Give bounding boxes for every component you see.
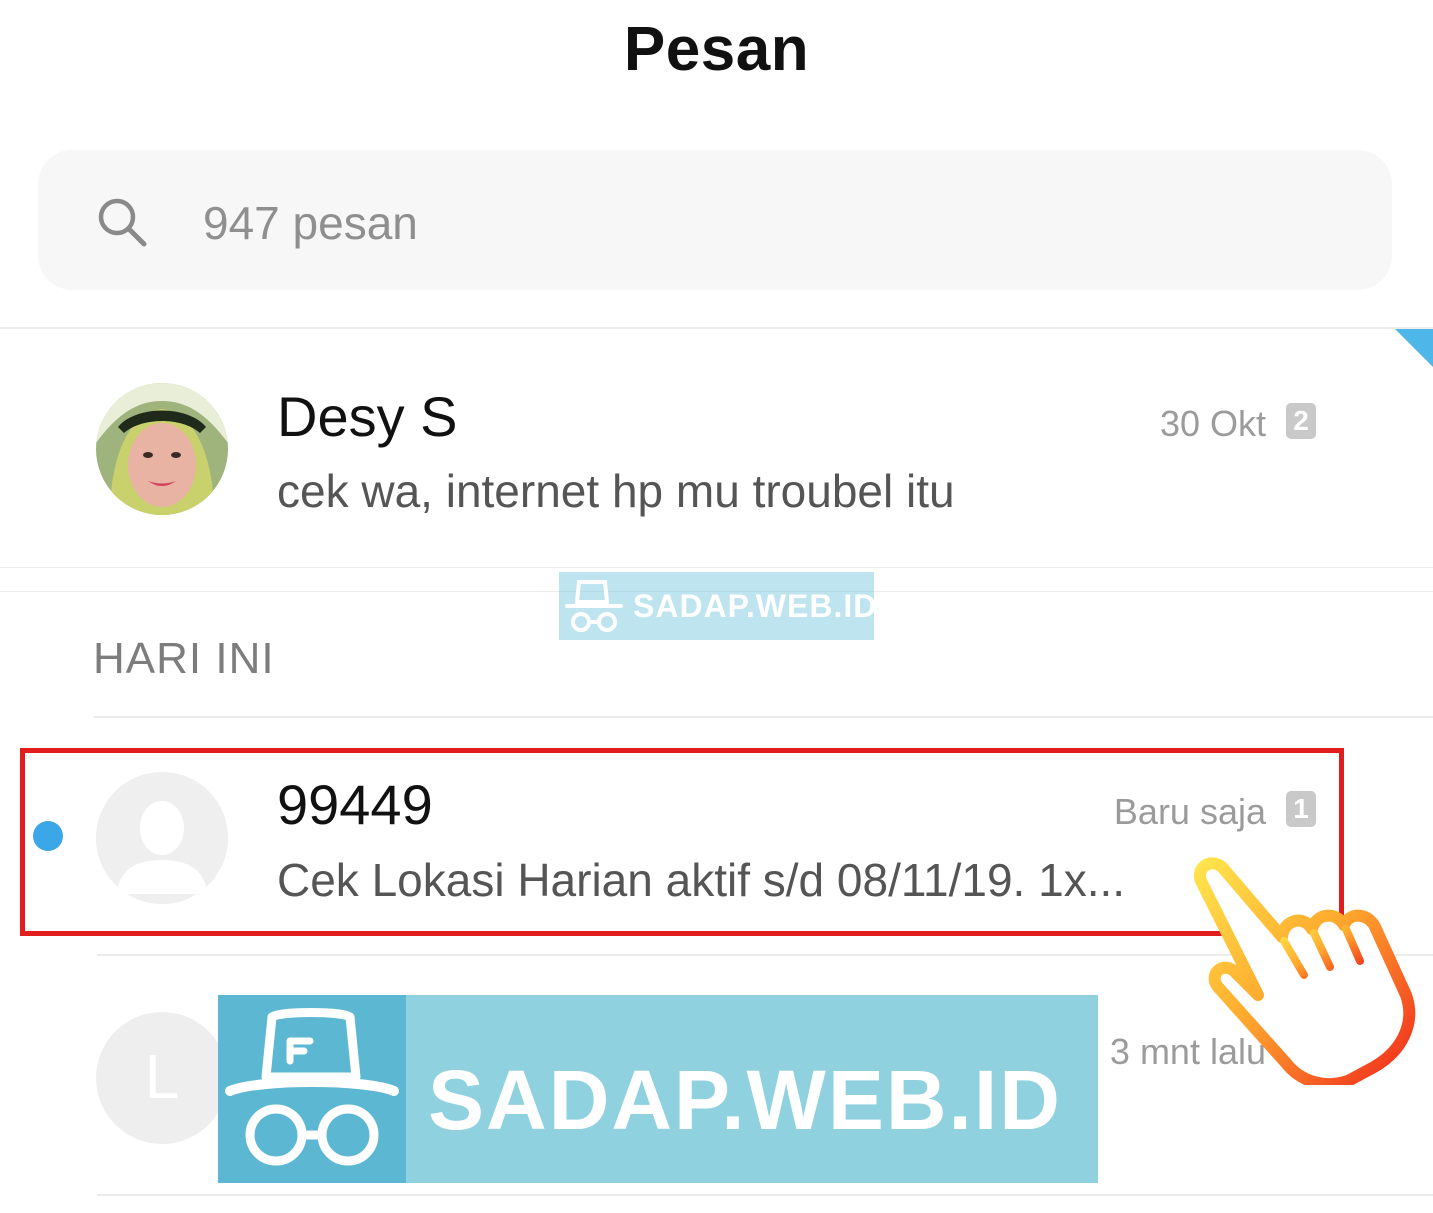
conversation-name: Desy S [277,385,458,448]
page-title: Pesan [623,15,810,84]
tap-hand-icon [1194,857,1416,1085]
avatar [96,383,228,515]
profile-photo-icon [96,383,228,515]
highlight-annotation-box [20,748,1344,936]
incognito-logo-icon [225,1008,399,1166]
divider [0,567,1433,568]
divider [97,1194,1433,1196]
avatar-letter: L [144,1043,180,1112]
incognito-logo-icon [565,580,623,632]
conversation-time: 30 Okt [1159,403,1266,444]
search-placeholder: 947 pesan [203,197,418,249]
section-header-today: HARI INI [93,634,275,683]
watermark-text-small: SADAP.WEB.ID [633,588,878,624]
avatar: L [96,1012,228,1144]
search-icon [98,198,147,247]
pinned-corner-flag [1395,329,1433,367]
watermark-logo-block [218,995,406,1183]
message-count-badge: 2 [1286,403,1316,439]
conversation-snippet: cek wa, internet hp mu troubel itu [277,465,955,517]
watermark-text: SADAP.WEB.ID [428,1053,1062,1147]
